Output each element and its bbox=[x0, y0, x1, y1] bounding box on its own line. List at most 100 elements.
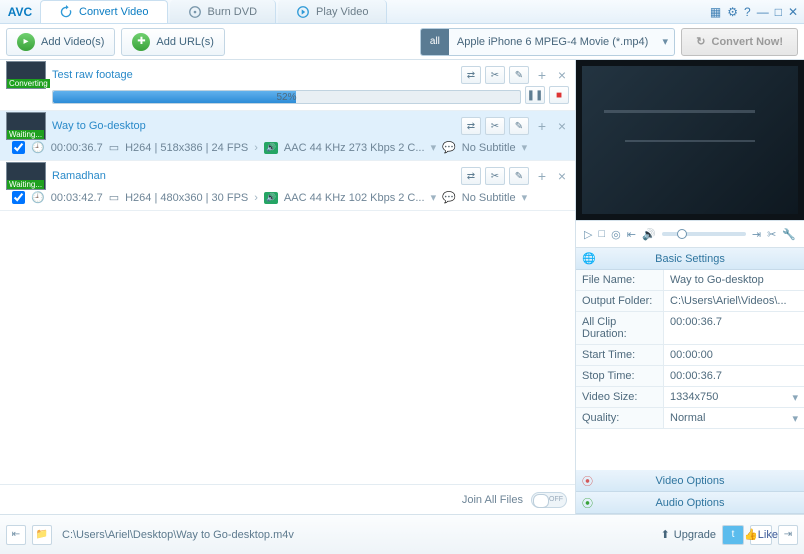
window-controls: ▦ ⚙ ? — □ ✕ bbox=[704, 0, 804, 23]
remove-item-icon[interactable]: × bbox=[555, 168, 569, 184]
convert-progress-bar: 52% bbox=[52, 90, 521, 104]
setting-key: Video Size: bbox=[576, 387, 664, 408]
setting-key: Stop Time: bbox=[576, 366, 664, 387]
file-checkbox[interactable] bbox=[12, 191, 25, 204]
video-size-select[interactable]: 1334x750 bbox=[664, 387, 804, 408]
prev-icon[interactable]: ⇤ bbox=[627, 228, 636, 241]
audio-on-icon: 🔊 bbox=[264, 142, 278, 154]
chevron-down-icon[interactable]: ▾ bbox=[431, 141, 437, 154]
add-subitem-icon[interactable]: + bbox=[535, 67, 549, 83]
progress-pct: 52% bbox=[276, 91, 296, 105]
add-subitem-icon[interactable]: + bbox=[535, 118, 549, 134]
file-name-field[interactable]: Way to Go-desktop bbox=[664, 270, 804, 291]
add-videos-button[interactable]: ▸ Add Video(s) bbox=[6, 28, 115, 56]
output-folder-field[interactable]: C:\Users\Ariel\Videos\... bbox=[664, 291, 804, 312]
tab-label: Convert Video bbox=[79, 6, 149, 18]
pause-button[interactable]: ❚❚ bbox=[525, 86, 545, 104]
file-item[interactable]: Waiting... Way to Go-desktop ⇄ ✂ ✎ + × 🕘… bbox=[0, 111, 575, 161]
file-checkbox[interactable] bbox=[12, 141, 25, 154]
volume-slider[interactable] bbox=[662, 232, 746, 236]
swap-icon[interactable]: ⇄ bbox=[461, 117, 481, 135]
collapse-right-icon[interactable]: ⇥ bbox=[778, 525, 798, 545]
top-tab-bar: AVC Convert Video Burn DVD Play Video ▦ … bbox=[0, 0, 804, 24]
chevron-down-icon[interactable]: ▾ bbox=[431, 191, 437, 204]
wand-icon[interactable]: ✎ bbox=[509, 66, 529, 84]
remove-item-icon[interactable]: × bbox=[555, 67, 569, 83]
add-subitem-icon[interactable]: + bbox=[535, 168, 549, 184]
remove-item-icon[interactable]: × bbox=[555, 118, 569, 134]
maximize-icon[interactable]: □ bbox=[775, 5, 782, 19]
stop-square-icon[interactable]: □ bbox=[598, 228, 605, 240]
stop-button[interactable]: ■ bbox=[549, 86, 569, 104]
status-bar: ⇤ 📁 C:\Users\Ariel\Desktop\Way to Go-des… bbox=[0, 514, 804, 554]
audio-options-header[interactable]: ⦿ Audio Options bbox=[576, 492, 804, 514]
wand-icon[interactable]: ✎ bbox=[509, 117, 529, 135]
video-options-header[interactable]: ⦿ Video Options bbox=[576, 470, 804, 492]
snapshot-icon[interactable]: ◎ bbox=[611, 228, 621, 241]
file-list-panel: Converting Test raw footage ⇄ ✂ ✎ + × 52… bbox=[0, 60, 576, 514]
basic-settings-header[interactable]: 🌐 Basic Settings bbox=[576, 248, 804, 270]
video-icon: ▭ bbox=[109, 141, 119, 154]
profile-label: Apple iPhone 6 MPEG-4 Movie (*.mp4) bbox=[449, 36, 656, 48]
file-title: Way to Go-desktop bbox=[52, 120, 455, 132]
file-item[interactable]: Converting Test raw footage ⇄ ✂ ✎ + × 52… bbox=[0, 60, 575, 111]
volume-icon[interactable]: 🔊 bbox=[642, 228, 656, 241]
add-urls-button[interactable]: ✚ Add URL(s) bbox=[121, 28, 224, 56]
upgrade-label: Upgrade bbox=[674, 529, 716, 541]
help-icon[interactable]: ? bbox=[744, 5, 751, 19]
file-title: Test raw footage bbox=[52, 69, 455, 81]
upgrade-link[interactable]: ⬆ Upgrade bbox=[661, 528, 716, 541]
facebook-like-button[interactable]: 👍Like bbox=[750, 525, 772, 545]
join-files-row: Join All Files OFF bbox=[0, 484, 575, 514]
play-circle-icon bbox=[296, 5, 310, 19]
convert-now-button[interactable]: ↻ Convert Now! bbox=[681, 28, 798, 56]
globe-plus-icon: ✚ bbox=[132, 33, 150, 51]
collapse-left-icon[interactable]: ⇤ bbox=[6, 525, 26, 545]
chevron-down-icon: ▾ bbox=[656, 35, 674, 48]
tab-convert-video[interactable]: Convert Video bbox=[40, 0, 168, 23]
wrench-icon[interactable]: 🔧 bbox=[782, 228, 796, 241]
menu-icon[interactable]: ▦ bbox=[710, 5, 721, 19]
video-thumbnail: Waiting... bbox=[6, 112, 46, 140]
swap-icon[interactable]: ⇄ bbox=[461, 167, 481, 185]
join-label: Join All Files bbox=[462, 494, 523, 506]
stop-time-field[interactable]: 00:00:36.7 bbox=[664, 366, 804, 387]
preview-settings-panel: ▷ □ ◎ ⇤ 🔊 ⇥ ✂ 🔧 🌐 Basic Settings File Na… bbox=[576, 60, 804, 514]
video-preview[interactable] bbox=[576, 60, 804, 220]
subtitle-info[interactable]: No Subtitle bbox=[462, 192, 516, 204]
close-icon[interactable]: ✕ bbox=[788, 5, 798, 19]
chat-icon: 💬 bbox=[442, 191, 456, 204]
refresh-icon bbox=[59, 5, 73, 19]
section-title: Video Options bbox=[656, 475, 725, 487]
scissors-icon[interactable]: ✂ bbox=[485, 167, 505, 185]
next-icon[interactable]: ⇥ bbox=[752, 228, 761, 241]
output-profile-select[interactable]: all Apple iPhone 6 MPEG-4 Movie (*.mp4) … bbox=[420, 28, 675, 56]
clock-icon: 🕘 bbox=[31, 191, 45, 204]
video-thumbnail: Waiting... bbox=[6, 162, 46, 190]
file-item[interactable]: Waiting... Ramadhan ⇄ ✂ ✎ + × 🕘 00:03:42… bbox=[0, 161, 575, 211]
settings-icon[interactable]: ⚙ bbox=[727, 5, 738, 19]
subtitle-info[interactable]: No Subtitle bbox=[462, 142, 516, 154]
audio-info[interactable]: AAC 44 KHz 102 Kbps 2 C... bbox=[284, 192, 425, 204]
join-files-toggle[interactable]: OFF bbox=[531, 492, 567, 508]
play-icon[interactable]: ▷ bbox=[584, 228, 592, 241]
button-label: Convert Now! bbox=[712, 36, 784, 48]
tab-play-video[interactable]: Play Video bbox=[278, 0, 387, 23]
start-time-field[interactable]: 00:00:00 bbox=[664, 345, 804, 366]
chevron-down-icon[interactable]: ▾ bbox=[522, 191, 528, 204]
tab-burn-dvd[interactable]: Burn DVD bbox=[170, 0, 277, 23]
film-plus-icon: ▸ bbox=[17, 33, 35, 51]
chevron-down-icon[interactable]: ▾ bbox=[522, 141, 528, 154]
scissors-icon[interactable]: ✂ bbox=[485, 117, 505, 135]
audio-info[interactable]: AAC 44 KHz 273 Kbps 2 C... bbox=[284, 142, 425, 154]
video-icon: ▭ bbox=[109, 191, 119, 204]
folder-icon[interactable]: 📁 bbox=[32, 525, 52, 545]
scissors-icon[interactable]: ✂ bbox=[485, 66, 505, 84]
wand-icon[interactable]: ✎ bbox=[509, 167, 529, 185]
swap-icon[interactable]: ⇄ bbox=[461, 66, 481, 84]
quality-select[interactable]: Normal bbox=[664, 408, 804, 429]
setting-key: Quality: bbox=[576, 408, 664, 429]
cut-icon[interactable]: ✂ bbox=[767, 228, 776, 241]
minimize-icon[interactable]: — bbox=[757, 5, 769, 19]
twitter-button[interactable]: t bbox=[722, 525, 744, 545]
